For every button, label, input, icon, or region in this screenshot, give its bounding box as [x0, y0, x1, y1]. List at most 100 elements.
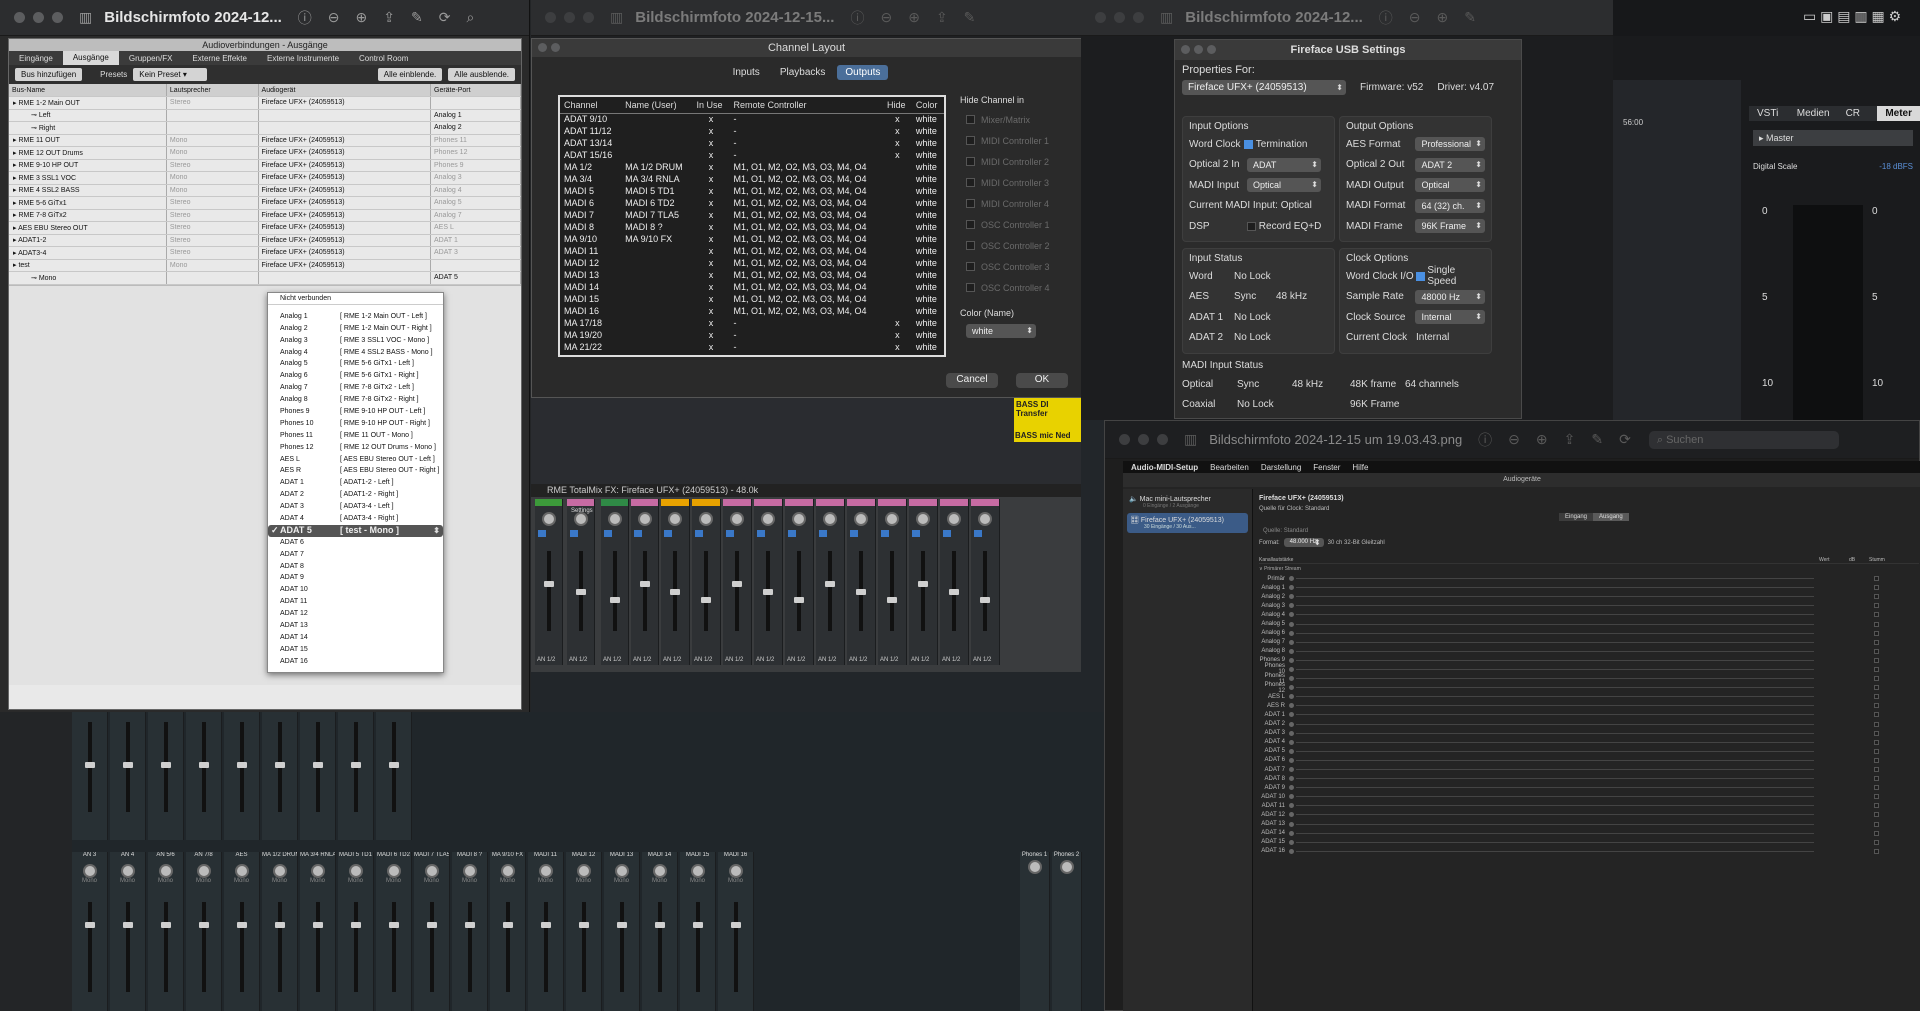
bus-row[interactable]: ▸ RME 4 SSL2 BASS Mono Fireface UFX+ (2405…	[9, 184, 521, 197]
volume-slider-knob[interactable]	[1289, 703, 1294, 709]
fader-cap[interactable]	[856, 589, 866, 595]
input-channel[interactable]	[262, 712, 298, 840]
mute-checkbox[interactable]	[1874, 639, 1879, 645]
mute-solo-buttons[interactable]	[819, 530, 827, 537]
tab-input[interactable]: Eingang	[1559, 513, 1594, 521]
volume-slider-knob[interactable]	[1289, 576, 1294, 582]
hide-option[interactable]: Mixer/Matrix	[966, 109, 1078, 130]
channel-row[interactable]: MADI 16 x M1, O1, M2, O2, M3, O3, M4, O4 wh…	[560, 305, 944, 317]
mute-solo-buttons[interactable]	[604, 530, 612, 537]
output-channel[interactable]: MADI 8 ? Mono	[452, 852, 488, 1011]
device-mac-speaker[interactable]: 🔈 Mac mini-Lautsprecher 0 Eingänge / 2 Au…	[1123, 489, 1252, 511]
zoom-in-icon[interactable]: ⊕	[1536, 431, 1548, 448]
fader-cap[interactable]	[389, 762, 399, 768]
tab-playbacks[interactable]: Playbacks	[772, 65, 834, 80]
tab-cr[interactable]: CR	[1838, 106, 1878, 121]
mute-checkbox[interactable]	[1874, 776, 1879, 782]
fader-cap[interactable]	[313, 922, 323, 928]
hide-checkbox[interactable]	[966, 157, 975, 166]
volume-slider[interactable]	[1296, 814, 1814, 816]
port-option[interactable]: ADAT 2 [ ADAT1-2 - Right ]	[268, 489, 443, 501]
channel-row[interactable]: MA 17/18 x - x white	[560, 317, 944, 329]
zoom-dot[interactable]	[583, 12, 594, 23]
hide-option[interactable]: MIDI Controller 1	[966, 130, 1078, 151]
input-channel[interactable]	[224, 712, 260, 840]
volume-slider[interactable]	[1296, 759, 1814, 761]
mute-solo-buttons[interactable]	[664, 530, 672, 537]
gain-knob[interactable]	[761, 512, 775, 526]
volume-slider[interactable]	[1296, 732, 1814, 734]
tab-externe-instrumente[interactable]: Externe Instrumente	[257, 54, 349, 63]
mute-solo-buttons[interactable]	[943, 530, 951, 537]
volume-slider-knob[interactable]	[1289, 712, 1294, 718]
input-channel[interactable]	[148, 712, 184, 840]
fader-cap[interactable]	[980, 597, 990, 603]
mute-checkbox[interactable]	[1874, 630, 1879, 636]
column-header[interactable]: Bus-Name	[9, 84, 167, 97]
bus-row[interactable]: ▸ RME 9-10 HP OUT Stereo Fireface UFX+ (24…	[9, 159, 521, 172]
sample-rate-select[interactable]: 48000 Hz	[1415, 289, 1485, 304]
output-knob[interactable]	[158, 864, 173, 878]
port-option[interactable]: ✓ ADAT 5 [ test - Mono ]	[268, 524, 443, 537]
hide-option[interactable]: MIDI Controller 3	[966, 172, 1078, 193]
fader-cap[interactable]	[123, 762, 133, 768]
fader-cap[interactable]	[161, 762, 171, 768]
volume-slider[interactable]	[1296, 650, 1814, 652]
output-knob[interactable]	[234, 864, 249, 878]
info-icon[interactable]: ⓘ	[1379, 8, 1393, 28]
audio-device[interactable]: Fireface UFX+ (24059513)	[258, 259, 432, 272]
totalmix-channel[interactable]: AN 1/2	[661, 499, 690, 665]
tab-ausg-nge[interactable]: Ausgänge	[62, 51, 119, 65]
mute-checkbox[interactable]	[1874, 621, 1879, 627]
hide-checkbox[interactable]	[966, 136, 975, 145]
input-channel[interactable]	[300, 712, 336, 840]
input-channel[interactable]	[338, 712, 374, 840]
channel-row[interactable]: MADI 11 x M1, O1, M2, O2, M3, O3, M4, O4 wh…	[560, 245, 944, 257]
volume-slider[interactable]	[1296, 787, 1814, 789]
mute-checkbox[interactable]	[1874, 794, 1879, 800]
output-knob[interactable]	[576, 864, 591, 878]
fader-cap[interactable]	[85, 762, 95, 768]
fader-cap[interactable]	[949, 589, 959, 595]
settings-label[interactable]: Settings	[571, 508, 593, 514]
volume-slider[interactable]	[1296, 641, 1814, 643]
volume-slider-knob[interactable]	[1289, 666, 1294, 672]
mute-solo-buttons[interactable]	[974, 530, 982, 537]
zoom-dot[interactable]	[1133, 12, 1144, 23]
fader-cap[interactable]	[465, 922, 475, 928]
port-option[interactable]: Phones 12 [ RME 12 OUT Drums - Mono ]	[268, 442, 443, 454]
output-knob[interactable]	[500, 864, 515, 878]
fader-cap[interactable]	[576, 589, 586, 595]
phones-channel[interactable]: Phones 1	[1020, 852, 1050, 1011]
audio-device[interactable]: Fireface UFX+ (24059513)	[258, 159, 432, 172]
phones-knob[interactable]	[1027, 860, 1042, 874]
tab-outputs[interactable]: Outputs	[837, 65, 889, 80]
device-port[interactable]: Phones 11	[430, 134, 521, 147]
hide-option[interactable]: MIDI Controller 4	[966, 193, 1078, 214]
tab-eing-nge[interactable]: Eingänge	[9, 54, 63, 63]
volume-slider[interactable]	[1296, 769, 1814, 771]
volume-slider[interactable]	[1296, 778, 1814, 780]
port-option[interactable]: Analog 8 [ RME 7-8 GiTx2 - Right ]	[268, 394, 443, 406]
port-option[interactable]: Analog 6 [ RME 5-6 GiTx1 - Right ]	[268, 370, 443, 382]
output-knob[interactable]	[652, 864, 667, 878]
zoom-out-icon[interactable]: ⊖	[880, 9, 892, 26]
port-option[interactable]: ADAT 7	[268, 549, 443, 561]
markup-icon[interactable]: ✎	[1591, 431, 1603, 448]
close-dot[interactable]	[1181, 45, 1190, 54]
fader-cap[interactable]	[313, 762, 323, 768]
output-channel[interactable]: MADI 5 TD1 Mono	[338, 852, 374, 1011]
gain-knob[interactable]	[978, 512, 992, 526]
tab-control-room[interactable]: Control Room	[349, 54, 418, 63]
audio-device[interactable]	[258, 121, 432, 135]
fader-cap[interactable]	[701, 597, 711, 603]
search-field[interactable]: ⌕ Suchen	[1648, 430, 1839, 449]
mute-checkbox[interactable]	[1874, 739, 1879, 745]
fader-cap[interactable]	[918, 581, 928, 587]
tab-vsti[interactable]: VSTi	[1749, 106, 1789, 121]
fader-cap[interactable]	[503, 922, 513, 928]
mute-checkbox[interactable]	[1874, 576, 1879, 582]
zoom-in-icon[interactable]: ⊕	[908, 9, 920, 26]
volume-slider-knob[interactable]	[1289, 657, 1294, 663]
tab-meter[interactable]: Meter	[1877, 106, 1920, 121]
